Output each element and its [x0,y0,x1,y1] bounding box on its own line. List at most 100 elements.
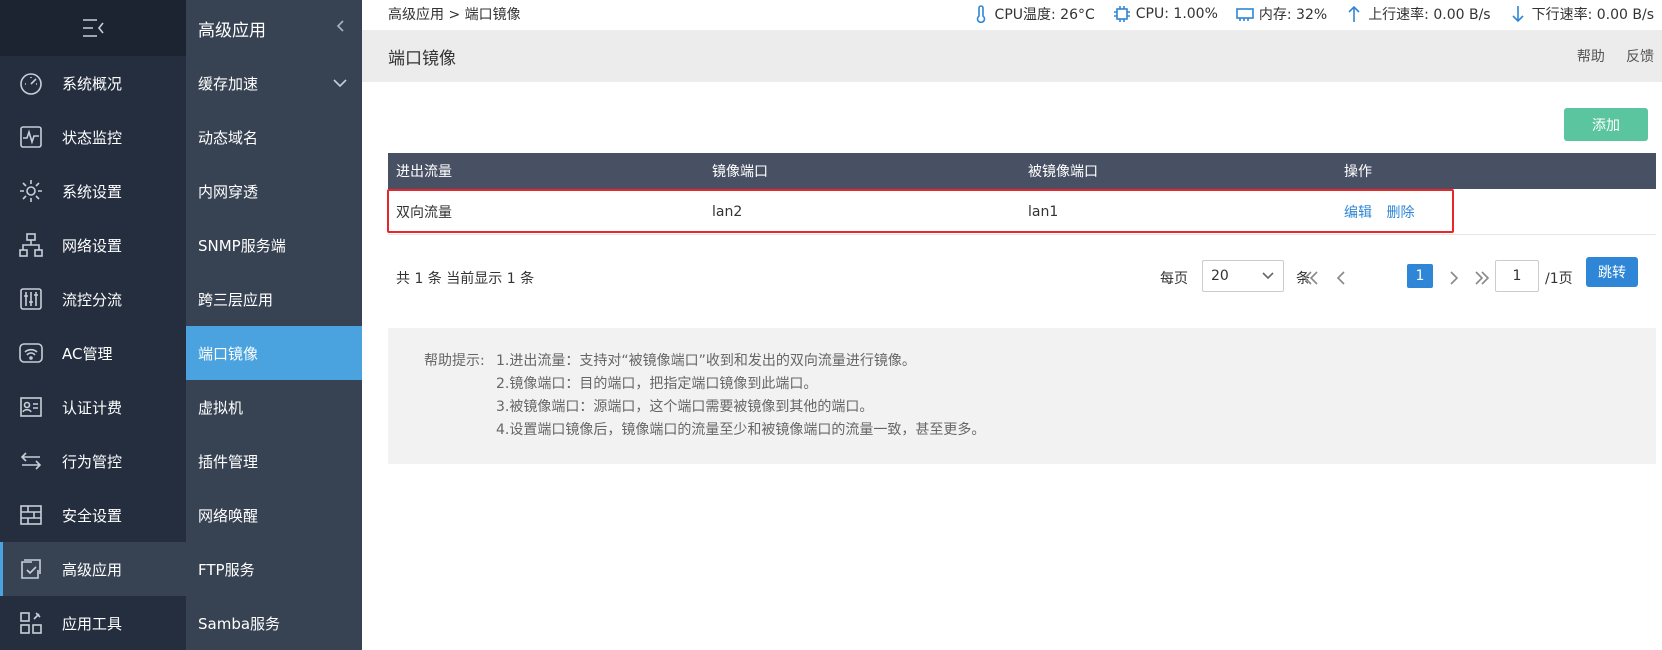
help-line: 3.被镜像端口：源端口，这个端口需要被镜像到其他的端口。 [496,399,874,415]
record-summary: 共 1 条 当前显示 1 条 [396,271,535,287]
sidebar-item-label: 状态监控 [62,128,123,147]
submenu-item-label: 端口镜像 [198,344,259,363]
add-button[interactable]: 添加 [1564,108,1648,141]
submenu-item-snmp[interactable]: SNMP服务端 [186,218,362,272]
cpu-chip-icon [1113,6,1130,22]
help-line: 2.镜像端口：目的端口，把指定端口镜像到此端口。 [496,376,818,392]
sidebar-item-monitor[interactable]: 状态监控 [0,110,186,164]
help-line: 1.进出流量：支持对“被镜像端口”收到和发出的双向流量进行镜像。 [496,353,916,369]
cpu-value: CPU: 1.00% [1135,6,1218,22]
sidebar-item-label: 高级应用 [62,560,123,579]
help-link[interactable]: 帮助 [1577,49,1605,65]
pagination: 共 1 条 当前显示 1 条 每页 20 条 1 1 /1页 跳转 [388,257,1656,294]
submenu-item-cache[interactable]: 缓存加速 [186,56,362,110]
gear-icon [0,178,62,204]
page-title: 端口镜像 [388,48,456,69]
memory-stat: 内存: 32% [1236,4,1327,24]
sidebar-item-overview[interactable]: 系统概况 [0,56,186,110]
submenu-item-label: SNMP服务端 [198,236,286,255]
submenu-item-label: FTP服务 [198,560,255,579]
breadcrumb: 高级应用 > 端口镜像 [388,7,521,23]
cpu-temp-stat: CPU温度: 26°C [972,4,1095,24]
top-status-bar: 高级应用 > 端口镜像 CPU温度: 26°C CPU: 1.00% 内存: 3… [362,0,1662,28]
help-panel: 帮助提示: 1.进出流量：支持对“被镜像端口”收到和发出的双向流量进行镜像。 2… [388,328,1656,464]
sidebar-item-auth[interactable]: 认证计费 [0,380,186,434]
network-icon [0,232,62,258]
sidebar-item-network[interactable]: 网络设置 [0,218,186,272]
submenu-item-wol[interactable]: 网络唤醒 [186,488,362,542]
app-root: 系统概况 状态监控 系统设置 网络设置 流控分流 AC管理 认证计费 行为管控 [0,0,1662,650]
edit-link[interactable]: 编辑 [1344,205,1372,221]
sub-sidebar-header: 高级应用 [186,0,362,56]
upload-stat: 上行速率: 0.00 B/s [1345,4,1491,24]
submenu-item-label: 内网穿透 [198,182,259,201]
sub-sidebar: 高级应用 缓存加速 动态域名 内网穿透 SNMP服务端 跨三层应用 端口镜像 虚… [186,0,362,650]
submenu-item-ftp[interactable]: FTP服务 [186,542,362,596]
prev-page-button[interactable] [1330,268,1352,288]
help-line: 4.设置端口镜像后，镜像端口的流量至少和被镜像端口的流量一致，甚至更多。 [496,422,986,438]
chevron-right-icon [1450,271,1459,285]
thermometer-icon [976,5,985,23]
page-number-input[interactable]: 1 [1495,260,1539,292]
submenu-item-label: 动态域名 [198,128,259,147]
arrow-up-icon [1348,5,1360,22]
submenu-item-ddns[interactable]: 动态域名 [186,110,362,164]
submenu-item-vm[interactable]: 虚拟机 [186,380,362,434]
double-chevron-right-icon [1475,271,1490,285]
cell-mirror-port: lan2 [712,203,743,220]
submenu-item-samba[interactable]: Samba服务 [186,596,362,650]
last-page-button[interactable] [1471,268,1493,288]
menu-collapse-icon [83,19,104,37]
header-links: 帮助 反馈 [1561,46,1654,66]
table-row: 双向流量 lan2 lan1 编辑 删除 [388,189,1656,235]
sidebar-item-label: 行为管控 [62,452,123,471]
total-pages: /1页 [1545,271,1573,287]
chevron-down-icon [1262,272,1274,280]
current-page-button[interactable]: 1 [1407,264,1433,288]
page-header: 端口镜像 帮助 反馈 [362,30,1662,82]
download-value: 下行速率: 0.00 B/s [1531,7,1654,23]
submenu-item-label: 插件管理 [198,452,259,471]
per-page-value: 20 [1211,268,1229,284]
per-page-label: 每页 [1160,271,1188,287]
sidebar-item-label: 系统概况 [62,74,123,93]
submenu-item-nat-traversal[interactable]: 内网穿透 [186,164,362,218]
submenu-item-label: 虚拟机 [198,398,244,417]
delete-link[interactable]: 删除 [1386,205,1414,221]
sidebar-item-flow-control[interactable]: 流控分流 [0,272,186,326]
download-stat: 下行速率: 0.00 B/s [1509,4,1654,24]
column-header-mirror-port: 镜像端口 [712,164,768,180]
system-stats: CPU温度: 26°C CPU: 1.00% 内存: 32% 上行速率: 0.0… [954,4,1654,24]
next-page-button[interactable] [1443,268,1465,288]
double-chevron-left-icon [1303,271,1318,285]
sidebar-item-label: 系统设置 [62,182,123,201]
submenu-item-plugins[interactable]: 插件管理 [186,434,362,488]
submenu-item-layer3[interactable]: 跨三层应用 [186,272,362,326]
sidebar-item-label: 安全设置 [62,506,123,525]
cell-actions: 编辑 删除 [1336,202,1656,222]
sidebar-item-behavior[interactable]: 行为管控 [0,434,186,488]
menu-toggle-button[interactable] [0,0,186,56]
submenu-item-port-mirror[interactable]: 端口镜像 [186,326,362,380]
pulse-icon [0,124,62,150]
sidebar-item-security[interactable]: 安全设置 [0,488,186,542]
upload-value: 上行速率: 0.00 B/s [1368,7,1491,23]
feedback-link[interactable]: 反馈 [1626,49,1654,65]
sidebar-item-tools[interactable]: 应用工具 [0,596,186,650]
column-header-flow: 进出流量 [396,164,452,180]
per-page-select[interactable]: 20 [1202,260,1284,292]
sidebar-item-system-settings[interactable]: 系统设置 [0,164,186,218]
collapse-submenu-button[interactable] [334,18,348,38]
sidebar-item-ac[interactable]: AC管理 [0,326,186,380]
main-sidebar: 系统概况 状态监控 系统设置 网络设置 流控分流 AC管理 认证计费 行为管控 [0,0,186,650]
column-header-actions: 操作 [1344,164,1372,180]
sidebar-item-label: 流控分流 [62,290,123,309]
sidebar-item-advanced[interactable]: 高级应用 [0,542,186,596]
jump-button[interactable]: 跳转 [1586,257,1638,287]
sidebar-item-label: 认证计费 [62,398,123,417]
first-page-button[interactable] [1300,268,1322,288]
cpu-stat: CPU: 1.00% [1113,5,1218,23]
column-header-mirrored-port: 被镜像端口 [1028,164,1098,180]
help-label: 帮助提示: [424,353,485,369]
table-header: 进出流量 镜像端口 被镜像端口 操作 [388,153,1656,189]
